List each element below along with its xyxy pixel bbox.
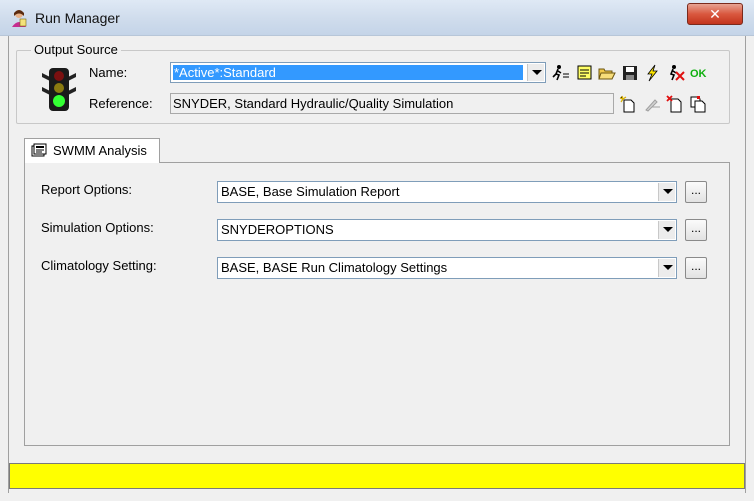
report-options-combobox[interactable]: BASE, Base Simulation Report: [217, 181, 677, 203]
delete-icon[interactable]: [666, 95, 684, 113]
chevron-down-icon[interactable]: [658, 259, 675, 277]
copy-icon[interactable]: [689, 95, 707, 113]
tab-swmm-analysis[interactable]: SWMM Analysis: [24, 138, 160, 163]
new-icon[interactable]: [619, 95, 637, 113]
report-options-label: Report Options:: [41, 182, 133, 197]
status-bar: [9, 463, 745, 489]
ok-icon-label: OK: [690, 68, 707, 80]
save-icon[interactable]: [621, 64, 639, 82]
chevron-down-icon[interactable]: [527, 64, 544, 81]
chevron-down-icon[interactable]: [658, 221, 675, 239]
lightning-icon[interactable]: [643, 64, 661, 82]
simulation-options-value: SNYDEROPTIONS: [221, 222, 334, 237]
notes-icon[interactable]: [576, 64, 594, 82]
app-icon: [12, 10, 27, 27]
analysis-tab-icon: [31, 143, 47, 157]
report-options-browse-button[interactable]: ...: [685, 181, 707, 203]
name-label: Name:: [89, 65, 128, 80]
reference-label: Reference:: [89, 96, 153, 111]
simulation-options-combobox[interactable]: SNYDEROPTIONS: [217, 219, 677, 241]
climatology-setting-label: Climatology Setting:: [41, 258, 157, 273]
report-options-value: BASE, Base Simulation Report: [221, 184, 400, 199]
climatology-setting-value: BASE, BASE Run Climatology Settings: [221, 260, 448, 275]
simulation-options-label: Simulation Options:: [41, 220, 154, 235]
chevron-down-icon[interactable]: [658, 183, 675, 201]
run-icon[interactable]: [552, 64, 570, 82]
name-selected-value[interactable]: *Active*:Standard: [173, 65, 523, 80]
reference-field: SNYDER, Standard Hydraulic/Quality Simul…: [170, 93, 614, 114]
name-combobox[interactable]: *Active*:Standard: [170, 62, 546, 83]
climatology-setting-combobox[interactable]: BASE, BASE Run Climatology Settings: [217, 257, 677, 279]
close-button[interactable]: ✕: [687, 3, 743, 25]
traffic-light-icon: [42, 68, 76, 111]
edit-disabled-icon: [645, 99, 660, 112]
window-title: Run Manager: [35, 10, 120, 26]
open-folder-icon[interactable]: [598, 64, 616, 82]
swmm-analysis-panel: [24, 162, 730, 446]
tab-swmm-analysis-label: SWMM Analysis: [53, 143, 147, 158]
simulation-options-browse-button[interactable]: ...: [685, 219, 707, 241]
title-bar: Run Manager ✕: [0, 0, 754, 36]
climatology-setting-browse-button[interactable]: ...: [685, 257, 707, 279]
cancel-run-icon[interactable]: [667, 64, 685, 82]
output-source-legend: Output Source: [31, 42, 121, 57]
ok-icon[interactable]: OK: [689, 64, 709, 82]
